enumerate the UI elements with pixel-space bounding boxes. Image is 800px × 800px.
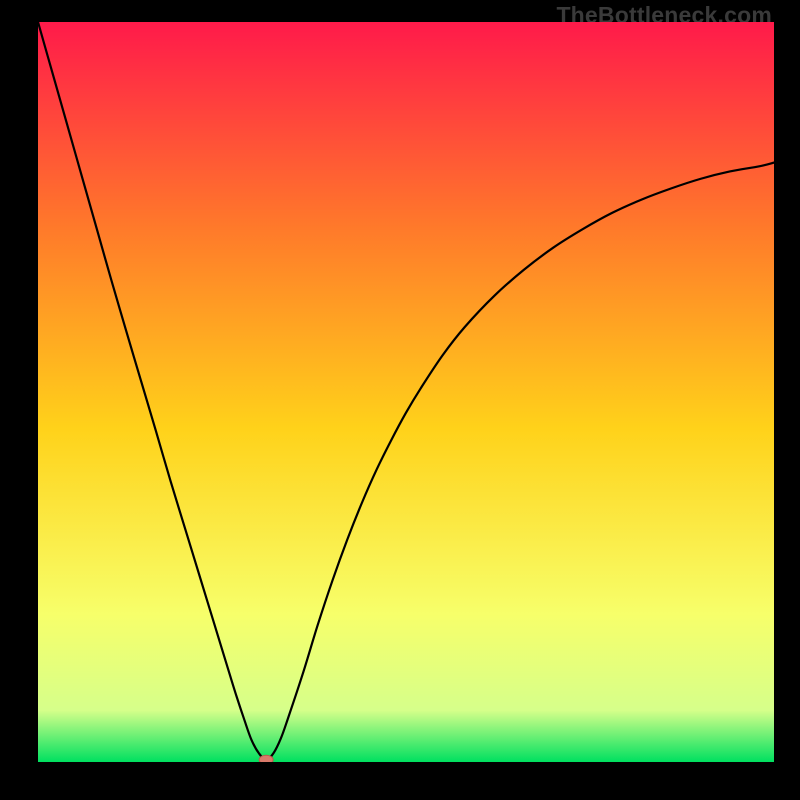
minimum-marker bbox=[259, 755, 273, 762]
plot-area bbox=[38, 22, 774, 762]
chart-svg bbox=[38, 22, 774, 762]
chart-frame: TheBottleneck.com bbox=[0, 0, 800, 800]
gradient-background bbox=[38, 22, 774, 762]
